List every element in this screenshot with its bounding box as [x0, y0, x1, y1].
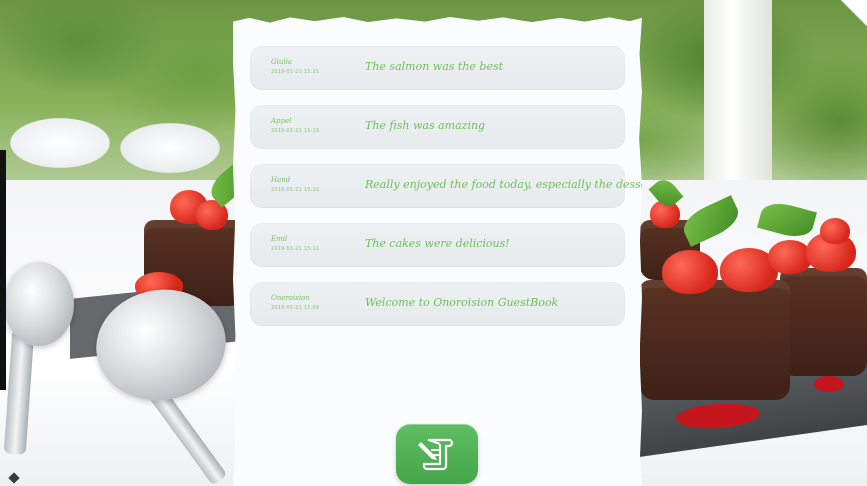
entry-message: Really enjoyed the food today, especiall… [365, 178, 663, 191]
entry-author: Emil [271, 235, 288, 243]
entry-message: The cakes were delicious! [365, 237, 510, 250]
background-dark-edge [0, 150, 6, 390]
guestbook-entry[interactable]: Onoroision 2019-01-21 15:08 Welcome to O… [250, 282, 625, 326]
sign-guestbook-button[interactable] [396, 424, 478, 484]
entry-date: 2019-01-21 15:18 [271, 128, 320, 134]
entry-message: The fish was amazing [365, 119, 486, 132]
dessert-cake [780, 268, 867, 376]
entry-message: Welcome to Onoroision GuestBook [365, 296, 559, 309]
entry-author: Giulia [271, 58, 292, 66]
guestbook-entry[interactable]: Appel 2019-01-21 15:18 The fish was amaz… [250, 105, 625, 149]
guestbook-entry[interactable]: Emil 2019-01-21 15:11 The cakes were del… [250, 223, 625, 267]
entry-date: 2019-01-21 15:15 [271, 187, 320, 193]
guestbook-paper: Giulia 2019-01-21 15:21 The salmon was t… [233, 16, 642, 486]
guestbook-screen: Giulia 2019-01-21 15:21 The salmon was t… [0, 0, 867, 486]
strawberry [662, 250, 718, 294]
dessert-cake [640, 280, 790, 400]
guestbook-entry-list: Giulia 2019-01-21 15:21 The salmon was t… [250, 46, 642, 341]
sign-guestbook-icon [418, 438, 454, 471]
background-bowls [0, 88, 240, 198]
entry-author: Appel [271, 117, 292, 125]
entry-message: The salmon was the best [365, 60, 504, 73]
corner-page-curl [841, 0, 867, 26]
entry-date: 2019-01-21 15:08 [271, 305, 320, 311]
berry-sauce [814, 376, 844, 392]
guestbook-entry[interactable]: Giulia 2019-01-21 15:21 The salmon was t… [250, 46, 625, 90]
entry-author: Hand [271, 176, 291, 184]
entry-date: 2019-01-21 15:11 [271, 246, 320, 252]
entry-date: 2019-01-21 15:21 [271, 69, 320, 75]
guestbook-entry[interactable]: Hand 2019-01-21 15:15 Really enjoyed the… [250, 164, 642, 208]
entry-author: Onoroision [271, 294, 310, 302]
spoon [4, 262, 74, 346]
strawberry [820, 218, 850, 244]
